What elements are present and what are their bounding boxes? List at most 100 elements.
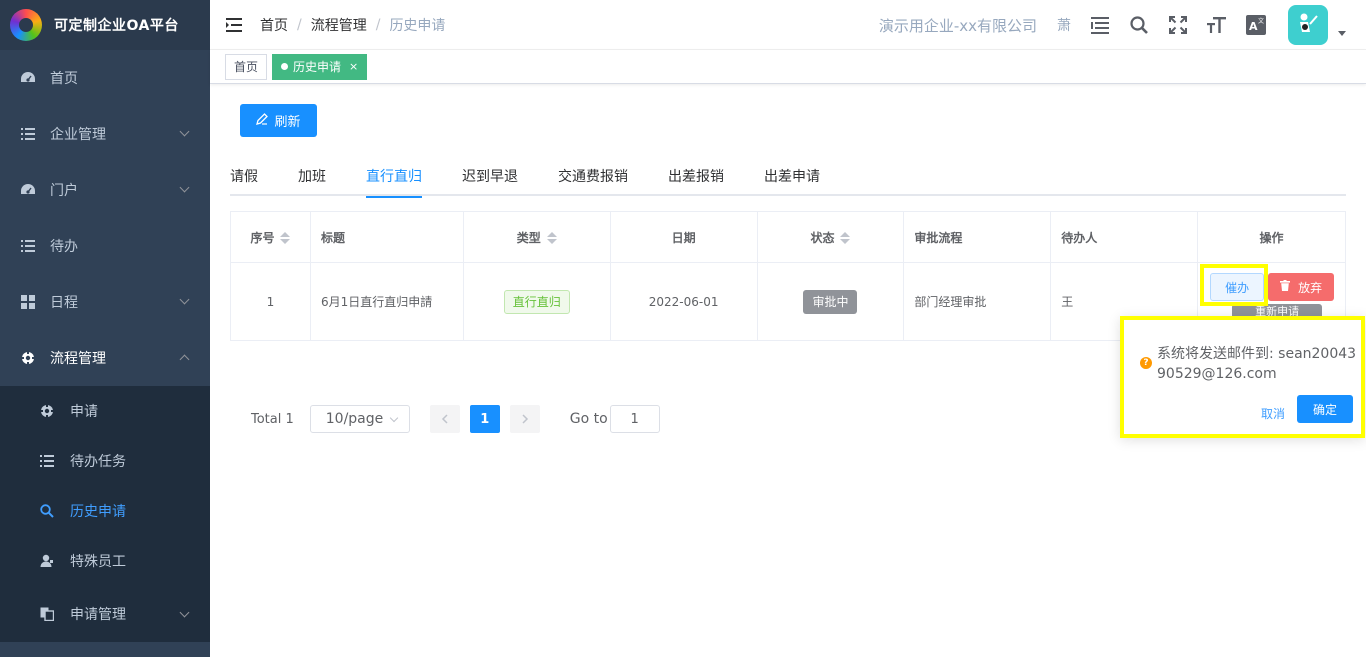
svg-text:A: A [1249,20,1258,33]
column-header-status[interactable]: 状态 [756,211,905,263]
tab-transport-expense[interactable]: 交通费报销 [538,164,648,196]
sidebar-item-label: 特殊员工 [70,554,126,570]
column-header-flow: 审批流程 [903,211,1052,263]
tag-home[interactable]: 首页 [225,53,268,80]
chevron-down-icon [389,413,399,423]
prev-page-button[interactable] [429,405,460,433]
target-icon [40,404,54,418]
translate-icon[interactable]: A文 [1245,14,1267,36]
column-header-index[interactable]: 序号 [230,211,311,263]
navbar: 首页 / 流程管理 / 历史申请 演示用企业-xx有限公司 萧 A文 [210,0,1366,50]
sidebar-item-label: 首页 [50,71,78,87]
menu-fold-icon [226,17,242,32]
sidebar-item-portal[interactable]: 门户 [0,162,210,218]
sidebar-item-label: 申请管理 [70,607,126,623]
avatar-figure-icon [1300,13,1318,32]
type-tabs: 请假 加班 直行直归 迟到早退 交通费报销 出差报销 出差申请 [230,164,1346,198]
avatar[interactable] [1288,5,1328,45]
sidebar-item-schedule[interactable]: 日程 [0,274,210,330]
refresh-button[interactable]: 刷新 [240,104,317,137]
breadcrumb-home[interactable]: 首页 [260,15,288,35]
sidebar-item-label: 流程管理 [50,351,106,367]
close-icon[interactable]: × [349,55,358,79]
sidebar-subitem-apply-manage[interactable]: 申请管理 [0,586,210,642]
dashboard-icon [20,70,36,86]
breadcrumb: 首页 / 流程管理 / 历史申请 [260,15,446,35]
sidebar-item-label: 历史申请 [70,504,126,520]
sidebar-subitem-tasks[interactable]: 待办任务 [0,436,210,486]
svg-text:文: 文 [1258,17,1264,25]
sidebar-item-label: 门户 [50,183,78,199]
sidebar-item-todo[interactable]: 待办 [0,218,210,274]
fullscreen-icon[interactable] [1167,14,1189,36]
dashboard-icon [20,182,36,198]
sidebar-item-label: 待办 [50,239,78,255]
outline-icon[interactable] [1089,14,1111,36]
column-header-title: 标题 [309,211,464,263]
sidebar-item-enterprise[interactable]: 企业管理 [0,106,210,162]
page-number[interactable]: 1 [469,405,500,433]
sidebar-item-home[interactable]: 首页 [0,50,210,106]
trash-icon [1280,280,1291,294]
sidebar-item-label: 待办任务 [70,454,126,470]
sidebar-subitem-special-staff[interactable]: 特殊员工 [0,536,210,586]
tag-label: 首页 [234,59,259,74]
sidebar: 可定制企业OA平台 首页 企业管理 门户 待办 日程 流程管理 申请 待办任务 … [0,0,210,657]
chevron-down-icon [179,126,190,137]
chevron-right-icon [522,414,528,424]
tab-trip-expense[interactable]: 出差报销 [648,164,744,196]
column-header-actions: 操作 [1197,211,1346,263]
cell-status: 审批中 [756,262,905,341]
caret-down-icon[interactable] [1338,30,1346,36]
chevron-down-icon [179,182,190,193]
question-icon: ? [1140,357,1152,369]
next-page-button[interactable] [509,405,540,433]
type-tag: 直行直归 [503,289,570,314]
tags-view: 首页 历史申请 × [210,50,1366,84]
cell-index: 1 [230,262,311,341]
pagination: Total 1 10/page 1 Go to 1 [251,405,660,433]
grid-icon [20,294,36,310]
search-icon[interactable] [1128,14,1150,36]
sort-icon[interactable] [546,232,557,244]
pagination-total: Total 1 [251,411,294,427]
sort-icon[interactable] [280,232,291,244]
refresh-label: 刷新 [274,115,301,130]
chevron-up-icon [179,354,190,365]
font-size-icon[interactable] [1206,14,1228,36]
sidebar-subitem-apply[interactable]: 申请 [0,386,210,436]
breadcrumb-current: 历史申请 [389,17,446,34]
logo-area[interactable]: 可定制企业OA平台 [0,0,210,50]
list-icon [20,238,36,254]
popconfirm-message: 系统将发送邮件到: sean2004390529@126.com [1157,346,1357,382]
goto-input[interactable]: 1 [609,405,660,433]
cell-type: 直行直归 [462,262,611,341]
column-header-date: 日期 [609,211,758,263]
chevron-down-icon [179,294,190,305]
target-icon [20,350,36,366]
confirm-button[interactable]: 确定 [1297,395,1353,423]
sidebar-item-process[interactable]: 流程管理 [0,330,210,386]
edit-icon [256,113,269,128]
user-name: 萧 [1057,18,1071,34]
tab-direct-return[interactable]: 直行直归 [346,164,442,198]
hamburger-button[interactable] [210,0,260,50]
company-name: 演示用企业-xx有限公司 [878,16,1037,35]
breadcrumb-process[interactable]: 流程管理 [311,15,367,35]
abandon-button[interactable]: 放弃 [1268,273,1335,301]
cell-title: 6月1日直行直归申請 [309,262,464,341]
tab-trip-request[interactable]: 出差申请 [744,164,840,196]
column-header-type[interactable]: 类型 [462,211,611,263]
tab-late-early[interactable]: 迟到早退 [442,164,538,196]
sort-icon[interactable] [840,232,851,244]
user-icon [40,554,54,568]
list-icon [40,454,54,468]
page-size-select[interactable]: 10/page [309,405,410,433]
status-badge: 审批中 [803,289,858,314]
sidebar-subitem-history[interactable]: 历史申请 [0,486,210,536]
tab-overtime[interactable]: 加班 [278,164,346,196]
tag-history[interactable]: 历史申请 × [272,53,368,80]
cancel-button[interactable]: 取消 [1261,405,1285,422]
search-icon [40,504,54,518]
tab-leave[interactable]: 请假 [230,164,278,196]
